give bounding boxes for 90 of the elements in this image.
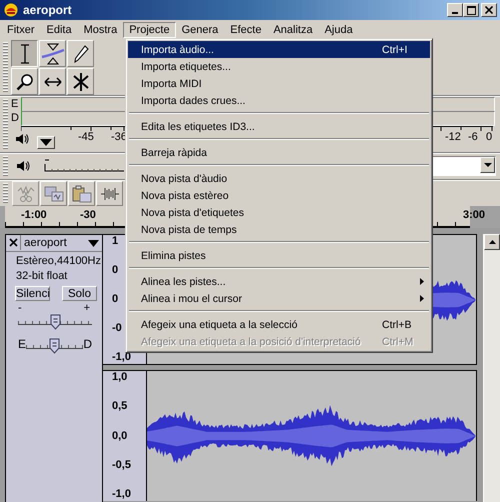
pencil-tool-button[interactable] — [67, 40, 94, 67]
copy-button[interactable] — [40, 181, 67, 206]
menu-item[interactable]: Nova pista d'àudio — [128, 170, 430, 187]
menu-item[interactable]: Nova pista de temps — [128, 221, 430, 238]
menu-item[interactable]: Importa dades crues... — [128, 92, 430, 109]
slider-thumb[interactable] — [50, 314, 60, 330]
channel-label: E — [11, 98, 20, 110]
time-label: -1:00 — [21, 209, 47, 221]
up-arrow-icon — [488, 240, 496, 244]
waveform[interactable] — [147, 371, 476, 501]
dropdown-arrow-icon — [484, 163, 492, 168]
magnifier-icon — [16, 72, 34, 90]
track-info-text: 32-bit float — [15, 270, 68, 282]
vertical-scrollbar[interactable] — [483, 234, 500, 502]
menu-bar-item[interactable]: Genera — [176, 22, 224, 38]
submenu-arrow-icon — [420, 278, 424, 285]
device-dropdown[interactable] — [432, 156, 496, 176]
amplitude-label: -0,5 — [112, 458, 132, 472]
envelope-icon — [40, 42, 64, 64]
track-name-menu[interactable]: aeroport — [21, 235, 102, 251]
copy-icon — [44, 186, 64, 202]
menu-bar-item[interactable]: Projecte — [123, 22, 176, 38]
menu-item[interactable]: Barreja ràpida — [128, 144, 430, 161]
menu-item[interactable]: Elimina pistes — [128, 247, 430, 264]
amplitude-label: -1,0 — [112, 488, 132, 501]
amplitude-label: -1,0 — [112, 351, 132, 364]
scroll-up-button[interactable] — [484, 234, 500, 250]
time-label: -30 — [80, 209, 96, 221]
ibeam-tool-button[interactable] — [11, 40, 38, 67]
meter-tick-label: -12 — [445, 131, 461, 143]
track-info-text: Estèreo,44100Hz — [15, 255, 102, 267]
menu-bar-item[interactable]: Fitxer — [1, 22, 40, 38]
mute-button[interactable]: Silenci — [15, 286, 50, 301]
channel-label: D — [11, 112, 20, 124]
meter-tick-label: -45 — [78, 131, 94, 143]
close-icon — [8, 238, 18, 247]
envelope-tool-button[interactable] — [39, 40, 66, 67]
text-cursor-icon — [18, 44, 30, 64]
dropdown-arrow-icon — [40, 139, 52, 146]
amplitude-label: 0,5 — [112, 400, 128, 414]
menu-item[interactable]: Alinea i mou el cursor — [128, 290, 430, 307]
slider-thumb[interactable] — [49, 338, 60, 354]
menu-bar-item[interactable]: Edita — [40, 22, 78, 38]
solo-button[interactable]: Solo — [62, 286, 97, 301]
caret-icon — [88, 240, 99, 246]
waveform-trim-icon — [100, 186, 120, 202]
amplitude-label: 0,0 — [112, 430, 128, 442]
paste-button[interactable] — [68, 181, 95, 206]
scissors-icon — [16, 184, 34, 202]
speaker-icon — [16, 160, 30, 172]
close-icon — [485, 6, 493, 14]
meter-menu-button[interactable] — [37, 136, 55, 149]
gain-plus-label: + — [84, 304, 90, 314]
menu-bar-item[interactable]: Mostra — [78, 22, 124, 38]
amplitude-label: 0 — [112, 264, 120, 277]
speaker-icon — [15, 133, 29, 145]
menu-bar-item[interactable]: Efecte — [224, 22, 268, 38]
minimize-button[interactable] — [447, 3, 463, 17]
pan-left-label: E — [18, 338, 26, 350]
meter-tick-label: -6 — [468, 131, 478, 143]
app-logo-icon — [4, 3, 18, 17]
silence-button[interactable] — [96, 181, 123, 206]
multi-tool-button[interactable] — [67, 68, 94, 95]
timeshift-tool-button[interactable] — [39, 68, 66, 95]
time-label: 3:00 — [463, 209, 486, 221]
meter-tick-label: 0 — [486, 131, 492, 143]
menu-item[interactable]: Nova pista d'etiquetes — [128, 204, 430, 221]
pan-right-label: D — [83, 338, 92, 350]
asterisk-icon — [72, 72, 88, 90]
menu-item[interactable]: Importa etiquetes... — [128, 58, 430, 75]
maximize-icon — [466, 6, 476, 14]
zoom-tool-button[interactable] — [11, 68, 38, 95]
gain-minus-label: - — [18, 304, 22, 314]
menu-item[interactable]: Importa MIDI — [128, 75, 430, 92]
double-arrow-icon — [44, 76, 62, 86]
pencil-icon — [72, 44, 88, 62]
clipboard-icon — [72, 184, 92, 202]
amplitude-label: 1 — [112, 235, 120, 248]
menu-item[interactable]: Afegeix una etiqueta a la selecció Ctrl+B — [128, 316, 430, 333]
menu-item[interactable]: Alinea les pistes... — [128, 273, 430, 290]
close-button[interactable] — [481, 3, 497, 17]
maximize-button[interactable] — [463, 3, 479, 17]
amplitude-label: 1,0 — [112, 371, 128, 384]
submenu-arrow-icon — [420, 295, 424, 302]
menu-item[interactable]: Edita les etiquetes ID3... — [128, 118, 430, 135]
menu-bar-item[interactable]: Ajuda — [318, 22, 359, 38]
menu-bar-item[interactable]: Analitza — [267, 22, 319, 38]
window-title: aeroport — [23, 3, 72, 17]
menu-item[interactable]: Nova pista estèreo — [128, 187, 430, 204]
menu-item[interactable]: Importa àudio... Ctrl+I — [128, 41, 430, 58]
